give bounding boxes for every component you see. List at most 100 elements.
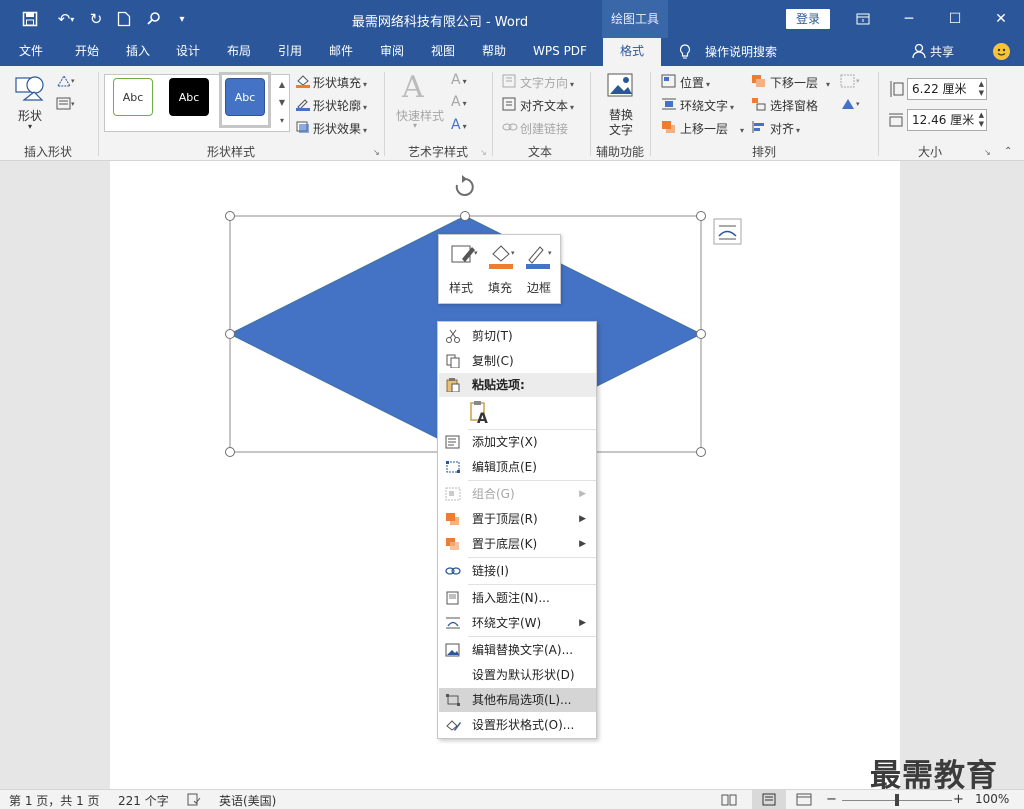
alt-text-icon[interactable] — [606, 72, 636, 100]
menu-item-more-layout-options[interactable]: 其他布局选项(L)... — [439, 688, 596, 712]
shape-fill-button[interactable]: 形状填充 ▾ — [313, 74, 367, 91]
smiley-feedback-icon[interactable] — [993, 43, 1010, 60]
tab-home[interactable]: 开始 — [64, 38, 110, 66]
rotation-handle-icon[interactable] — [455, 175, 474, 196]
text-outline-icon[interactable]: A ▾ — [451, 94, 467, 110]
group-objects-icon[interactable]: ▾ — [840, 74, 860, 88]
language-indicator[interactable]: 英语(美国) — [219, 792, 276, 809]
tab-help[interactable]: 帮助 — [471, 38, 517, 66]
undo-icon[interactable]: ↶ ▾ — [52, 9, 80, 29]
create-link-button[interactable]: 创建链接 — [520, 120, 568, 137]
align-objects-button[interactable]: 对齐 ▾ — [770, 120, 800, 137]
tab-review[interactable]: 审阅 — [369, 38, 415, 66]
mini-style-button[interactable]: ▾ 样式 — [442, 239, 480, 301]
quick-styles-dropdown-icon[interactable]: ▾ — [413, 121, 417, 130]
collapse-ribbon-icon[interactable]: ⌃ — [1004, 146, 1012, 157]
shape-width-input[interactable]: 12.46 厘米 ▲ ▼ — [907, 109, 987, 131]
menu-item-set-default-shape[interactable]: 设置为默认形状(D) — [439, 663, 596, 687]
rotate-objects-icon[interactable]: ▾ — [840, 97, 860, 111]
alt-text-button-line2[interactable]: 文字 — [609, 121, 633, 138]
dialog-launcher-icon[interactable]: ↘ — [373, 148, 380, 157]
send-to-back-icon — [446, 538, 459, 550]
menu-item-cut[interactable]: 剪切(T) — [439, 324, 596, 348]
gallery-scroll-arrows[interactable]: ▲ ▼ ▾ — [276, 76, 288, 130]
zoom-slider-thumb[interactable] — [895, 794, 899, 806]
tell-me-search[interactable]: 操作说明搜索 — [705, 43, 777, 60]
edit-shape-icon[interactable]: ▾ — [56, 74, 75, 88]
menu-item-bring-to-front[interactable]: 置于顶层(R) ▶ — [439, 507, 596, 531]
menu-item-edit-points[interactable]: 编辑顶点(E) — [439, 455, 596, 479]
shape-outline-button[interactable]: 形状轮廓 ▾ — [313, 97, 367, 114]
wrap-text-button[interactable]: 环绕文字 ▾ — [680, 97, 734, 114]
draw-textbox-icon[interactable]: ▾ — [56, 97, 75, 111]
text-direction-icon — [502, 74, 518, 88]
text-fill-icon[interactable]: A ▾ — [451, 72, 467, 88]
shapes-dropdown-icon[interactable]: ▾ — [28, 122, 32, 131]
ribbon-tab-bar: 文件 开始 插入 设计 布局 引用 邮件 审阅 视图 帮助 WPS PDF 格式… — [0, 38, 1024, 66]
quick-styles-button[interactable]: 快速样式 — [396, 107, 444, 124]
login-button[interactable]: 登录 — [786, 9, 830, 29]
proofing-icon[interactable] — [187, 793, 201, 806]
menu-item-format-shape[interactable]: 设置形状格式(O)... — [439, 713, 596, 737]
clipboard-icon — [446, 378, 460, 392]
tab-insert[interactable]: 插入 — [115, 38, 161, 66]
new-document-icon[interactable] — [114, 9, 134, 29]
zoom-out-button[interactable]: − — [826, 792, 837, 807]
style-preset-blue[interactable]: Abc — [225, 78, 265, 116]
style-preset-outline[interactable]: Abc — [113, 78, 153, 116]
bring-forward-button[interactable]: 上移一层 ▾ — [680, 120, 744, 137]
menu-item-send-to-back[interactable]: 置于底层(K) ▶ — [439, 532, 596, 556]
page-count[interactable]: 第 1 页，共 1 页 — [9, 792, 100, 809]
tab-design[interactable]: 设计 — [165, 38, 211, 66]
menu-item-insert-caption[interactable]: 插入题注(N)... — [439, 586, 596, 610]
style-preset-black[interactable]: Abc — [169, 78, 209, 116]
customize-qat-icon[interactable]: ▾ — [172, 9, 192, 29]
text-effects-icon[interactable]: A ▾ — [451, 117, 467, 133]
tab-view[interactable]: 视图 — [420, 38, 466, 66]
menu-item-edit-alt-text[interactable]: 编辑替换文字(A)... — [439, 638, 596, 662]
print-layout-button[interactable] — [752, 790, 786, 809]
close-icon[interactable]: ✕ — [990, 8, 1012, 30]
search-icon[interactable] — [144, 9, 164, 29]
shape-styles-group-label: 形状样式 — [206, 145, 255, 159]
menu-item-add-text[interactable]: 添加文字(X) — [439, 430, 596, 454]
maximize-icon[interactable]: ☐ — [944, 8, 966, 30]
menu-item-copy[interactable]: 复制(C) — [439, 349, 596, 373]
paste-keep-text-only-icon[interactable]: A — [468, 400, 492, 427]
shape-effects-button[interactable]: 形状效果 ▾ — [313, 120, 367, 137]
mini-border-button[interactable]: ▾ 边框 — [520, 239, 558, 301]
menu-item-link[interactable]: 链接(I) — [439, 559, 596, 583]
word-count[interactable]: 221 个字 — [118, 792, 169, 809]
tab-layout[interactable]: 布局 — [216, 38, 262, 66]
ribbon-display-options-icon[interactable] — [852, 8, 874, 30]
send-backward-icon — [751, 74, 767, 88]
position-button[interactable]: 位置 ▾ — [680, 74, 710, 91]
tab-mailings[interactable]: 邮件 — [318, 38, 364, 66]
tab-file[interactable]: 文件 — [8, 38, 54, 66]
text-direction-button[interactable]: 文字方向 ▾ — [520, 74, 574, 91]
minimize-icon[interactable]: ─ — [898, 8, 920, 30]
zoom-in-button[interactable]: + — [953, 792, 964, 807]
tab-format[interactable]: 格式 — [603, 38, 661, 66]
selection-pane-button[interactable]: 选择窗格 — [770, 97, 818, 114]
menu-item-wrap-text[interactable]: 环绕文字(W) ▶ — [439, 611, 596, 635]
dialog-launcher-icon[interactable]: ↘ — [480, 148, 487, 157]
align-text-button[interactable]: 对齐文本 ▾ — [520, 97, 574, 114]
mini-fill-button[interactable]: ▾ 填充 — [481, 239, 519, 301]
layout-options-icon[interactable] — [713, 218, 742, 245]
read-mode-icon[interactable] — [721, 793, 737, 806]
zoom-level[interactable]: 100% — [975, 792, 1009, 806]
web-layout-icon[interactable] — [796, 793, 812, 806]
send-backward-button[interactable]: 下移一层 ▾ — [770, 74, 830, 91]
shapes-gallery-icon[interactable] — [14, 72, 48, 106]
dialog-launcher-icon[interactable]: ↘ — [984, 148, 991, 157]
redo-icon[interactable]: ↻ — [86, 9, 106, 29]
tab-references[interactable]: 引用 — [267, 38, 313, 66]
share-button[interactable]: 共享 — [930, 43, 954, 60]
save-icon[interactable] — [20, 9, 40, 29]
menu-item-group[interactable]: 组合(G) ▶ — [439, 482, 596, 506]
quick-styles-icon[interactable]: A — [402, 70, 438, 106]
shape-height-input[interactable]: 6.22 厘米 ▲ ▼ — [907, 78, 987, 100]
tab-wps-pdf[interactable]: WPS PDF — [524, 38, 596, 66]
zoom-slider[interactable] — [842, 794, 952, 806]
